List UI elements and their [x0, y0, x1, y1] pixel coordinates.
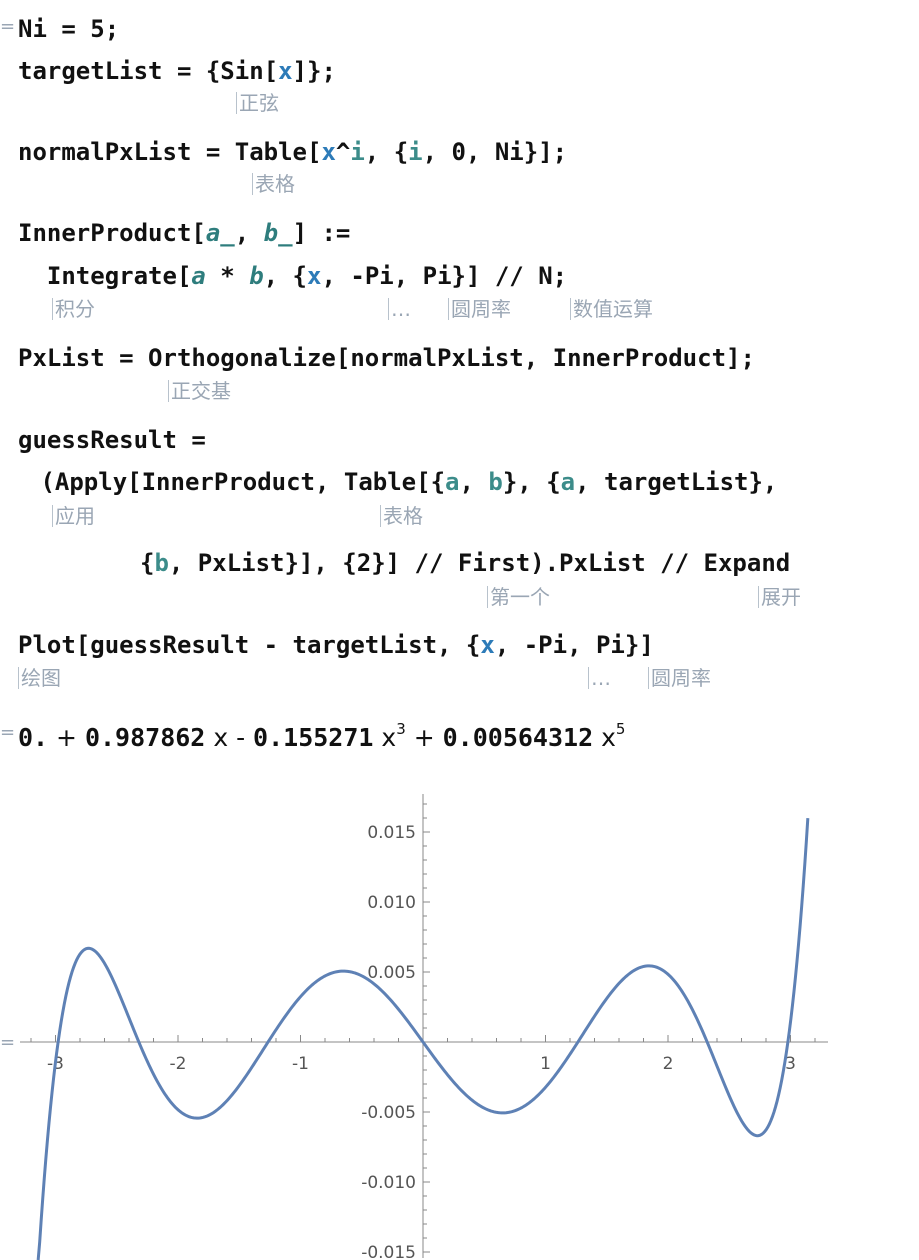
code-line-pxlist[interactable]: PxList = Orthogonalize[normalPxList, Inn…: [18, 343, 755, 373]
code-text: ,: [234, 219, 264, 247]
y-tick-label: -0.005: [361, 1103, 416, 1123]
plus-sign: +: [405, 723, 443, 752]
hint-ellipsis: …: [588, 665, 611, 691]
code-text: normalPxList = Table[: [18, 138, 322, 166]
code-line-targetlist[interactable]: targetList = {Sin[x]};: [18, 56, 336, 86]
code-line-guessresult[interactable]: guessResult =: [18, 425, 206, 455]
plus-sign: +: [48, 723, 85, 752]
var-b: b: [488, 468, 503, 496]
hint-integrate: 积分: [52, 296, 95, 322]
coef-3: 0.155271: [253, 723, 374, 752]
x-tick-label: -1: [292, 1054, 309, 1074]
hint-table: 表格: [252, 171, 295, 197]
var-x: x: [307, 262, 322, 290]
var-a: a: [445, 468, 460, 496]
code-line-innerproduct[interactable]: InnerProduct[a_, b_] :=: [18, 218, 350, 248]
hint-plot: 绘图: [18, 665, 61, 691]
input-cell-marker: =: [0, 16, 16, 37]
code-line-ni[interactable]: Ni = 5;: [18, 14, 119, 44]
var-x: x: [373, 723, 397, 752]
code-line-first-expand[interactable]: {b, PxList}], {2}] // First).PxList // E…: [140, 548, 790, 578]
x-tick-label: -2: [170, 1054, 187, 1074]
var-i: i: [350, 138, 365, 166]
code-text: , PxList}], {2}] // First).PxList // Exp…: [168, 549, 791, 577]
exponent-5: 5: [615, 720, 626, 738]
residual-plot[interactable]: -3 -2 -1 1 2 30.0150.0100.005-0.005-0.010-0.0…: [0, 780, 919, 1260]
code-text: {: [140, 549, 155, 577]
output-cell-marker: =: [0, 722, 16, 743]
var-x: x: [593, 723, 616, 752]
pattern-b: b_: [263, 219, 293, 247]
code-text: , targetList},: [575, 468, 778, 496]
code-text: Integrate[: [18, 262, 192, 290]
code-line-normalpxlist[interactable]: normalPxList = Table[x^i, {i, 0, Ni}];: [18, 137, 567, 167]
hint-orthogonalize: 正交基: [168, 378, 231, 404]
code-text: , -Pi, Pi}] // N;: [321, 262, 568, 290]
code-text: *: [205, 262, 250, 290]
hint-table: 表格: [380, 503, 423, 529]
var-x: x: [205, 723, 229, 752]
var-a: a: [560, 468, 576, 496]
coef-1: 0.987862: [84, 723, 206, 752]
hint-ellipsis: …: [388, 296, 411, 322]
output-expression: 0. + 0.987862 x - 0.155271 x3 + 0.005643…: [18, 720, 625, 752]
plot-axes: [20, 794, 828, 1258]
code-line-apply[interactable]: (Apply[InnerProduct, Table[{a, b}, {a, t…: [26, 467, 777, 497]
param-b: b: [249, 262, 264, 290]
var-x: x: [321, 138, 336, 166]
code-text: ] :=: [292, 219, 351, 247]
code-text: ^: [335, 138, 351, 166]
x-tick-label: 1: [540, 1054, 551, 1074]
var-b: b: [154, 549, 169, 577]
param-a: a: [191, 262, 206, 290]
code-text: Plot[guessResult - targetList, {: [18, 631, 481, 659]
code-text: }, {: [502, 468, 561, 496]
code-text: , 0, Ni}];: [422, 138, 568, 166]
hint-expand: 展开: [758, 584, 801, 610]
minus-sign: -: [228, 723, 254, 752]
code-text: ,: [459, 468, 489, 496]
hint-pi: 圆周率: [448, 296, 511, 322]
hint-sin: 正弦: [236, 90, 279, 116]
code-text: ]};: [292, 57, 336, 85]
hint-first: 第一个: [487, 584, 550, 610]
coef-5: 0.00564312: [442, 723, 594, 752]
y-tick-label: -0.015: [361, 1243, 416, 1260]
code-text: , {: [364, 138, 409, 166]
var-x: x: [480, 631, 495, 659]
y-tick-label: 0.010: [367, 893, 416, 913]
y-tick-label: 0.005: [367, 963, 416, 983]
var-x: x: [278, 57, 293, 85]
y-tick-label: 0.015: [367, 823, 416, 843]
exponent-3: 3: [396, 720, 406, 738]
hint-pi: 圆周率: [648, 665, 711, 691]
code-text: InnerProduct[: [18, 219, 206, 247]
code-text: (Apply[InnerProduct, Table[{: [26, 468, 446, 496]
hint-apply: 应用: [52, 503, 95, 529]
code-text: , {: [263, 262, 308, 290]
y-tick-label: -0.010: [361, 1173, 416, 1193]
hint-numeric: 数值运算: [570, 296, 653, 322]
x-tick-label: 2: [663, 1054, 674, 1074]
var-i: i: [408, 138, 423, 166]
coef-0: 0.: [18, 723, 49, 752]
code-text: , -Pi, Pi}]: [494, 631, 654, 659]
code-line-integrate[interactable]: Integrate[a * b, {x, -Pi, Pi}] // N;: [18, 261, 567, 291]
code-text: targetList = {Sin[: [18, 57, 279, 85]
pattern-a: a_: [205, 219, 235, 247]
code-line-plot[interactable]: Plot[guessResult - targetList, {x, -Pi, …: [18, 630, 654, 660]
